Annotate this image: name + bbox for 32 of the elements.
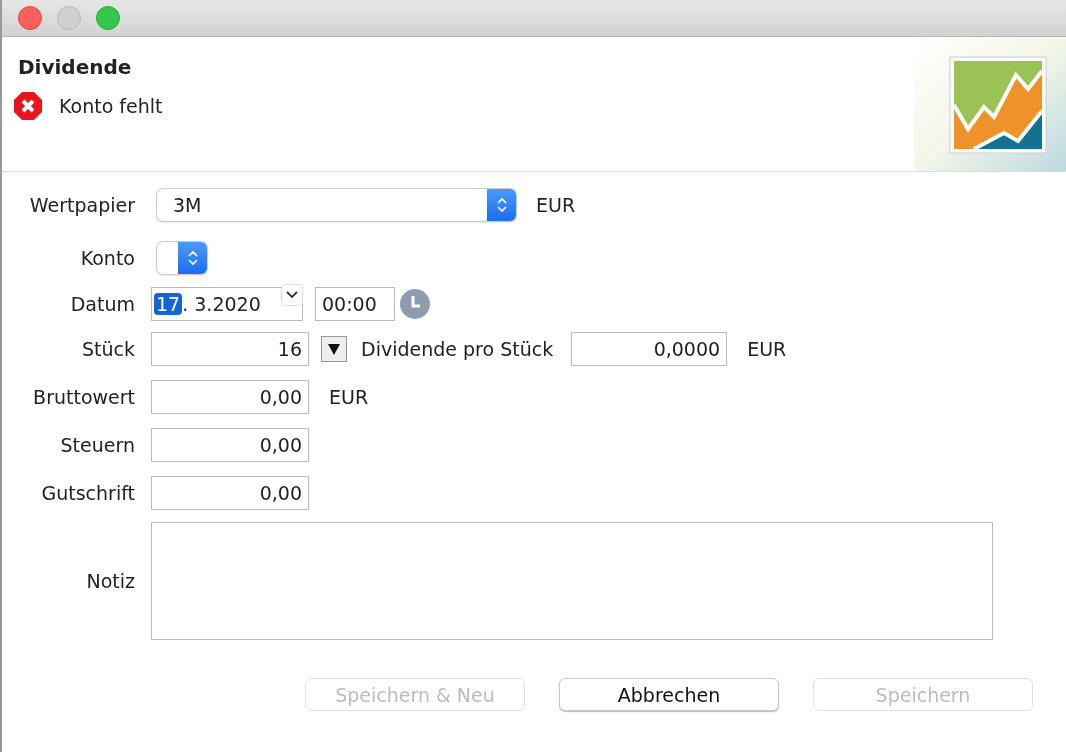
currency-label: EUR [536, 194, 576, 216]
amount-field[interactable]: 0,00 [151, 428, 309, 462]
zoom-button[interactable] [96, 6, 120, 30]
amount-field[interactable]: 0,00 [151, 380, 309, 414]
note-field[interactable] [151, 522, 993, 640]
chevron-down-icon[interactable] [281, 284, 303, 306]
shares-field[interactable]: 16 [151, 332, 309, 366]
per-share-field[interactable]: 0,0000 [571, 332, 728, 366]
error-message: Konto fehlt [59, 95, 163, 117]
updown-icon [487, 189, 516, 221]
field-label: Datum [69, 293, 135, 315]
field-label: Stück [81, 338, 135, 360]
field-label: Notiz [85, 570, 135, 592]
dialog-button[interactable]: Abbrechen [559, 678, 779, 711]
time-field[interactable]: 00:00 [315, 287, 395, 321]
field-label: Wertpapier [28, 194, 135, 216]
account-dropdown[interactable] [157, 242, 207, 274]
triangle-down-icon[interactable] [321, 336, 347, 362]
amount-field[interactable]: 0,00 [151, 476, 309, 510]
clock-icon[interactable] [399, 288, 431, 320]
field-label: Dividende pro Stück [361, 338, 554, 360]
updown-icon [178, 242, 207, 274]
field-label: Steuern [59, 434, 135, 456]
field-label: Bruttowert [32, 386, 135, 408]
error-icon [13, 91, 43, 121]
close-button[interactable] [18, 6, 42, 30]
dialog-title: Dividende [18, 55, 133, 79]
field-label: Konto [79, 247, 135, 269]
security-dropdown[interactable]: 3M [157, 189, 516, 221]
field-label: Gutschrift [40, 482, 135, 504]
currency-label: EUR [329, 386, 369, 408]
currency-label: EUR [747, 338, 787, 360]
